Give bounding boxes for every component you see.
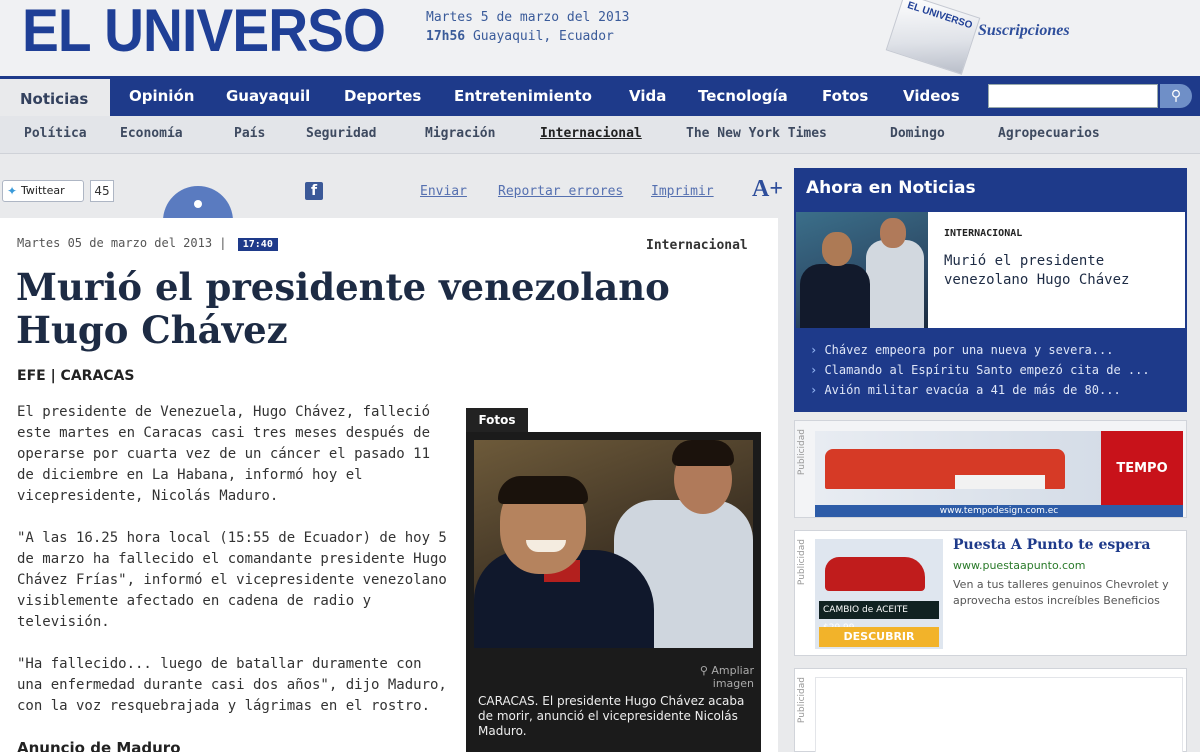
subnav-migracion[interactable]: Migración xyxy=(425,126,495,141)
masthead: EL UNIVERSO Martes 5 de marzo del 2013 1… xyxy=(0,0,1200,76)
subscriptions-link[interactable]: Suscripciones xyxy=(978,22,1070,40)
subnav-domingo[interactable]: Domingo xyxy=(890,126,945,141)
report-errors-link[interactable]: Reportar errores xyxy=(498,184,623,199)
article-paragraph: "A las 16.25 hora local (15:55 de Ecuado… xyxy=(17,530,447,630)
subnav-internacional[interactable]: Internacional xyxy=(540,126,642,141)
subnav-politica[interactable]: Política xyxy=(24,126,87,141)
nav-noticias[interactable]: Noticias xyxy=(0,76,110,116)
subnav-seguridad[interactable]: Seguridad xyxy=(306,126,376,141)
print-link[interactable]: Imprimir xyxy=(651,184,714,199)
article-paragraph: El presidente de Venezuela, Hugo Chávez,… xyxy=(17,404,431,504)
photo-gallery: ⚲ Ampliar imagen CARACAS. El presidente … xyxy=(466,432,761,752)
ad-chevrolet-image[interactable]: CAMBIO de ACEITE $29.99 DESCUBRIR xyxy=(815,539,943,649)
ad-chevrolet-text: Ven a tus talleres genuinos Chevrolet y … xyxy=(953,578,1169,607)
tempo-url[interactable]: www.tempodesign.com.ec xyxy=(815,505,1183,517)
article-section[interactable]: Internacional xyxy=(646,238,748,253)
nav-tecnologia[interactable]: Tecnología xyxy=(698,76,788,116)
enlarge-image-label: Ampliar imagen xyxy=(711,664,754,690)
article-toolbar: ✦ Twittear 45 f Enviar Reportar errores … xyxy=(0,172,783,216)
current-location: Guayaquil, Ecuador xyxy=(472,29,614,44)
now-in-news-title: Ahora en Noticias xyxy=(806,178,976,198)
article-headline: Murió el presidente venezolano Hugo Cháv… xyxy=(16,265,670,352)
nav-vida[interactable]: Vida xyxy=(629,76,666,116)
dateline: Martes 5 de marzo del 2013 17h56 Guayaqu… xyxy=(426,8,630,46)
tweet-button[interactable]: ✦ Twittear xyxy=(2,180,84,202)
nav-videos[interactable]: Videos xyxy=(903,76,960,116)
magnifier-icon: ⚲ xyxy=(699,664,712,677)
article-meta: Martes 05 de marzo del 2013 | 17:40 xyxy=(17,236,278,251)
facebook-icon[interactable]: f xyxy=(305,182,323,200)
ad-placeholder: Publicidad xyxy=(794,668,1187,752)
nav-deportes[interactable]: Deportes xyxy=(344,76,421,116)
ad-chevrolet-title[interactable]: Puesta A Punto te espera xyxy=(953,537,1150,553)
ad-tempo-banner[interactable]: TEMPO xyxy=(815,431,1183,505)
send-link[interactable]: Enviar xyxy=(420,184,467,199)
nav-fotos[interactable]: Fotos xyxy=(822,76,868,116)
subnav-economia[interactable]: Economía xyxy=(120,126,183,141)
featured-news-headline[interactable]: Murió el presidente venezolano Hugo Cháv… xyxy=(944,252,1180,290)
featured-news-image[interactable] xyxy=(796,212,928,328)
tempo-logo: TEMPO xyxy=(1101,431,1183,505)
ad-chevrolet[interactable]: Publicidad CAMBIO de ACEITE $29.99 DESCU… xyxy=(794,530,1187,656)
font-size-icon[interactable]: A+ xyxy=(752,176,783,203)
search-icon[interactable]: ⚲ xyxy=(1160,84,1192,108)
main-nav: Noticias Opinión Guayaquil Deportes Entr… xyxy=(0,76,1200,116)
featured-news-card[interactable]: INTERNACIONAL Murió el presidente venezo… xyxy=(796,212,1185,328)
enlarge-image-link[interactable]: ⚲ Ampliar imagen xyxy=(676,664,754,690)
related-news-link[interactable]: Clamando al Espíritu Santo empezó cita d… xyxy=(810,360,1180,380)
article: Martes 05 de marzo del 2013 | 17:40 Inte… xyxy=(0,218,778,752)
current-date: Martes 5 de marzo del 2013 xyxy=(426,10,630,25)
article-body: El presidente de Venezuela, Hugo Chávez,… xyxy=(17,402,447,752)
featured-news-category: INTERNACIONAL xyxy=(944,228,1023,239)
nav-entretenimiento[interactable]: Entretenimiento xyxy=(454,76,592,116)
article-byline: EFE | CARACAS xyxy=(17,368,135,384)
related-news-list: Chávez empeora por una nueva y severa...… xyxy=(810,340,1180,400)
subnav-pais[interactable]: País xyxy=(234,126,265,141)
photo-caption: CARACAS. El presidente Hugo Chávez acaba… xyxy=(478,694,745,738)
nav-guayaquil[interactable]: Guayaquil xyxy=(226,76,310,116)
photos-tab[interactable]: Fotos xyxy=(466,408,528,432)
section-subnav: Política Economía País Seguridad Migraci… xyxy=(0,116,1200,154)
article-subheading: Anuncio de Maduro xyxy=(17,739,181,752)
car-image xyxy=(825,557,925,591)
tweet-count: 45 xyxy=(90,180,114,202)
related-news-link[interactable]: Chávez empeora por una nueva y severa... xyxy=(810,340,1180,360)
article-photo[interactable] xyxy=(474,440,753,648)
ad-chevrolet-url[interactable]: www.puestaapunto.com xyxy=(953,559,1086,572)
ad-label: Publicidad xyxy=(797,677,807,724)
ad-tempo[interactable]: Publicidad TEMPO www.tempodesign.com.ec xyxy=(794,420,1187,518)
discover-button[interactable]: DESCUBRIR xyxy=(819,627,939,647)
related-news-link[interactable]: Avión militar evacúa a 41 de más de 80..… xyxy=(810,380,1180,400)
now-in-news-box: Ahora en Noticias INTERNACIONAL Murió el… xyxy=(794,168,1187,412)
ad-label: Publicidad xyxy=(797,429,807,476)
article-date: Martes 05 de marzo del 2013 | xyxy=(17,236,227,250)
article-time-badge: 17:40 xyxy=(237,238,278,251)
current-time: 17h56 xyxy=(426,29,466,44)
subnav-nyt[interactable]: The New York Times xyxy=(686,126,827,141)
nav-opinion[interactable]: Opinión xyxy=(129,76,194,116)
article-paragraph: "Ha fallecido... luego de batallar duram… xyxy=(17,656,447,714)
newspaper-thumbnail[interactable]: EL UNIVERSO xyxy=(885,0,981,75)
oil-change-price: CAMBIO de ACEITE $29.99 xyxy=(819,601,939,633)
ad-blank-slot xyxy=(815,677,1183,752)
newspaper-mini-logo: EL UNIVERSO xyxy=(905,0,974,32)
ad-label: Publicidad xyxy=(797,539,807,586)
search-input[interactable] xyxy=(988,84,1158,108)
subnav-agropecuarios[interactable]: Agropecuarios xyxy=(998,126,1100,141)
site-logo[interactable]: EL UNIVERSO xyxy=(22,0,386,65)
tweet-label: Twittear xyxy=(21,184,65,197)
twitter-bird-icon: ✦ xyxy=(7,184,18,198)
